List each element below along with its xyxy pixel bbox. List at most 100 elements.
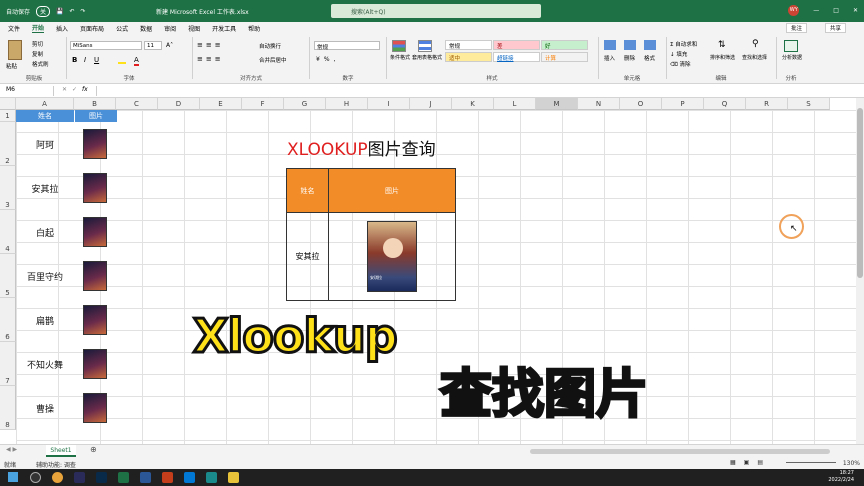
tab-home[interactable]: 开始 (32, 23, 45, 33)
sort-filter-icon[interactable]: ⇅ (718, 40, 726, 50)
formula-input[interactable] (96, 86, 846, 96)
row-header-4[interactable]: 4 (0, 210, 16, 254)
worksheet-grid[interactable]: ABCDEFGHIJKLMNOPQRS 12345678 姓名 图片 阿珂 安其拉… (0, 98, 856, 444)
hero-thumbnail[interactable] (83, 129, 107, 159)
column-header-f[interactable]: F (242, 98, 284, 110)
hero-name-cell[interactable]: 不知火舞 (16, 358, 74, 371)
column-header-q[interactable]: Q (704, 98, 746, 110)
row-header-7[interactable]: 7 (0, 342, 16, 386)
name-box[interactable]: M6 (2, 86, 54, 96)
excel-icon[interactable] (118, 472, 129, 483)
analyze-data-icon[interactable] (784, 40, 798, 52)
comments-button[interactable]: 批注 (785, 23, 807, 33)
hero-thumbnail[interactable] (83, 349, 107, 379)
fill-button[interactable]: ↓ 填充 (670, 50, 687, 58)
maximize-icon[interactable]: □ (833, 7, 839, 14)
save-icon[interactable]: 💾 (56, 8, 63, 15)
style-normal[interactable]: 常规 (445, 40, 492, 50)
edge-icon[interactable] (206, 472, 217, 483)
row-header-5[interactable]: 5 (0, 254, 16, 298)
column-header-o[interactable]: O (620, 98, 662, 110)
powerpoint-icon[interactable] (162, 472, 173, 483)
align-top-icons[interactable]: ≡≡≡ (197, 41, 224, 49)
font-color-icon[interactable]: A (134, 56, 139, 66)
cancel-icon[interactable]: ✕ (62, 86, 67, 93)
minimize-icon[interactable]: — (813, 7, 819, 14)
select-all-corner[interactable] (0, 98, 16, 110)
lookup-header-picture[interactable]: 图片 (329, 169, 455, 213)
number-format-icons[interactable]: ¥%, (316, 56, 339, 63)
column-header-p[interactable]: P (662, 98, 704, 110)
paste-icon[interactable] (8, 40, 22, 60)
cut-button[interactable]: 剪切 (32, 40, 43, 48)
search-box[interactable]: 搜索(Alt+Q) (331, 4, 541, 18)
style-bad[interactable]: 差 (493, 40, 540, 50)
style-hyperlink[interactable]: 超链接 (493, 52, 540, 62)
sort-filter-button[interactable]: 排序和筛选 (710, 54, 735, 61)
lookup-header-name[interactable]: 姓名 (287, 169, 329, 213)
fill-color-icon[interactable] (118, 56, 126, 64)
delete-cells-button[interactable]: 删除 (624, 54, 635, 62)
insert-cells-icon[interactable] (604, 40, 616, 50)
zoom-level[interactable]: 130% (843, 460, 860, 467)
lookup-input-name[interactable]: 安其拉 (287, 213, 329, 300)
analyze-data-button[interactable]: 分析数据 (780, 54, 804, 61)
copy-button[interactable]: 复制 (32, 50, 43, 58)
header-name-cell[interactable]: 姓名 (16, 110, 74, 122)
chrome-icon[interactable] (52, 472, 63, 483)
hero-name-cell[interactable]: 安其拉 (16, 182, 74, 195)
merge-center-button[interactable]: 合并后居中 (259, 56, 287, 64)
autosum-button[interactable]: Σ 自动求和 (670, 40, 697, 48)
row-header-8[interactable]: 8 (0, 386, 16, 430)
share-button[interactable]: 共享 (824, 23, 846, 33)
insert-function-button[interactable]: fx (82, 86, 88, 93)
wrap-text-button[interactable]: 自动换行 (259, 42, 281, 50)
column-header-g[interactable]: G (284, 98, 326, 110)
windows-start-icon[interactable] (8, 472, 18, 482)
hero-thumbnail[interactable] (83, 305, 107, 335)
delete-cells-icon[interactable] (624, 40, 636, 50)
table-format-button[interactable]: 套用表格格式 (412, 54, 442, 61)
redo-icon[interactable]: ↷ (81, 8, 86, 15)
find-select-button[interactable]: 查找和选择 (742, 54, 767, 61)
photoshop-icon[interactable] (96, 472, 107, 483)
column-header-c[interactable]: C (116, 98, 158, 110)
vertical-scroll-thumb[interactable] (857, 108, 863, 278)
align-horizontal-icons[interactable]: ≡≡≡ (197, 55, 224, 63)
avatar[interactable]: WY (788, 5, 800, 16)
conditional-format-button[interactable]: 条件格式 (388, 54, 412, 61)
header-picture-cell[interactable]: 图片 (75, 110, 117, 122)
tab-page-layout[interactable]: 页面布局 (80, 24, 104, 33)
italic-button[interactable]: I (84, 56, 86, 64)
hero-name-cell[interactable]: 扁鹊 (16, 314, 74, 327)
column-header-d[interactable]: D (158, 98, 200, 110)
row-header-2[interactable]: 2 (0, 122, 16, 166)
font-name-select[interactable]: MiSans (70, 41, 142, 50)
file-explorer-icon[interactable] (228, 472, 239, 483)
style-neutral[interactable]: 适中 (445, 52, 492, 62)
insert-cells-button[interactable]: 插入 (604, 54, 615, 62)
column-header-j[interactable]: J (410, 98, 452, 110)
hero-thumbnail[interactable] (83, 261, 107, 291)
tab-formulas[interactable]: 公式 (116, 24, 128, 33)
find-select-icon[interactable]: ⚲ (752, 39, 759, 49)
tab-nav-icons[interactable]: ◀ ▶ (6, 446, 17, 453)
conditional-format-icon[interactable] (392, 40, 406, 52)
column-header-n[interactable]: N (578, 98, 620, 110)
tab-developer[interactable]: 开发工具 (212, 24, 236, 33)
tab-file[interactable]: 文件 (8, 24, 20, 33)
tab-help[interactable]: 帮助 (248, 24, 260, 33)
autosave-toggle[interactable]: 关 (36, 6, 51, 17)
paste-button[interactable]: 粘贴 (6, 62, 17, 70)
hero-thumbnail[interactable] (83, 393, 107, 423)
zoom-slider[interactable] (786, 462, 836, 463)
tab-data[interactable]: 数据 (140, 24, 152, 33)
column-header-i[interactable]: I (368, 98, 410, 110)
clear-button[interactable]: ⌫ 清除 (670, 60, 691, 68)
style-good[interactable]: 好 (541, 40, 588, 50)
tab-insert[interactable]: 插入 (56, 24, 68, 33)
word-icon[interactable] (140, 472, 151, 483)
premiere-icon[interactable] (74, 472, 85, 483)
format-painter-button[interactable]: 格式刷 (32, 60, 49, 68)
undo-icon[interactable]: ↶ (70, 8, 75, 15)
